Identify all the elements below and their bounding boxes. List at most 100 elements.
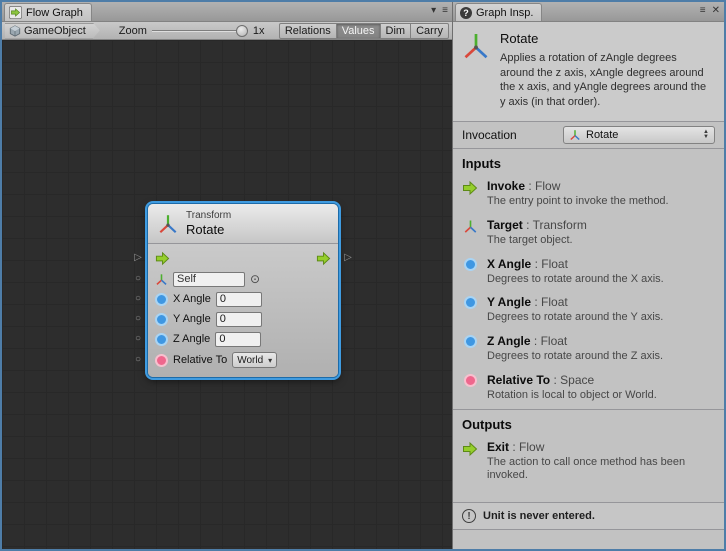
unit-title: Rotate: [500, 31, 712, 46]
zoom-slider-thumb[interactable]: [236, 25, 248, 37]
z-angle-field[interactable]: 0: [215, 332, 261, 347]
float-port-icon[interactable]: [155, 313, 168, 326]
transform-icon: [462, 219, 478, 248]
graph-inspector-panel: ? Graph Insp. ≡ ✕ Rotate Applies a rotat…: [452, 2, 724, 549]
zoom-label: Zoom: [119, 25, 147, 37]
relations-button[interactable]: Relations: [279, 23, 337, 39]
float-port-icon: [462, 296, 478, 325]
outputs-section-header: Outputs: [453, 409, 724, 437]
transform-icon: [461, 31, 491, 109]
y-angle-label: Y Angle: [173, 313, 211, 325]
flow-input-port[interactable]: ▷: [131, 252, 145, 264]
y-angle-field[interactable]: 0: [216, 312, 262, 327]
relative-to-dropdown[interactable]: World ▾: [232, 352, 277, 368]
x-angle-label: X Angle: [173, 293, 211, 305]
port-type: Flow: [509, 440, 544, 454]
tab-graph-inspector-label: Graph Insp.: [476, 7, 533, 19]
port-description: Degrees to rotate around the Y axis.: [487, 311, 663, 325]
invocation-value: Rotate: [586, 129, 618, 141]
port-name: Relative To: [487, 373, 550, 387]
dim-button[interactable]: Dim: [381, 23, 412, 39]
flow-graph-icon: [9, 6, 22, 19]
invocation-row: Invocation Rotate ▲▼: [453, 122, 724, 149]
port-description: The entry point to invoke the method.: [487, 195, 669, 209]
port-type: Transform: [523, 218, 587, 232]
warning-text: Unit is never entered.: [483, 510, 595, 522]
object-picker-icon[interactable]: ⊙: [250, 273, 260, 285]
port-name: X Angle: [487, 257, 531, 271]
graph-canvas[interactable]: ▷ ○ ○ ○ ○ ○ ▷ Transform Rotate: [2, 40, 452, 549]
float-port-icon[interactable]: [155, 293, 168, 306]
node-type-label: Transform: [186, 210, 231, 222]
input-doc-z-angle: Z AngleFloat Degrees to rotate around th…: [453, 331, 724, 370]
rotate-node[interactable]: ▷ ○ ○ ○ ○ ○ ▷ Transform Rotate: [147, 203, 339, 378]
transform-icon: [157, 213, 179, 235]
panel-menu-icon[interactable]: ≡: [700, 5, 706, 17]
toolbar-toggle-group: Relations Values Dim Carry: [279, 23, 449, 39]
port-type: Float: [531, 257, 568, 271]
values-button[interactable]: Values: [337, 23, 381, 39]
target-input-port[interactable]: ○: [131, 273, 145, 285]
input-doc-relative-to: Relative ToSpace Rotation is local to ob…: [453, 370, 724, 409]
x-angle-field[interactable]: 0: [216, 292, 262, 307]
node-x-angle-row: X Angle 0: [155, 289, 331, 309]
tab-flow-graph[interactable]: Flow Graph: [4, 3, 92, 21]
x-angle-input-port[interactable]: ○: [131, 293, 145, 305]
close-icon[interactable]: ✕: [712, 5, 720, 17]
relative-to-label: Relative To: [173, 354, 227, 366]
zoom-value: 1x: [253, 25, 265, 37]
panel-caret-icon[interactable]: ▾: [431, 5, 436, 17]
port-name: Target: [487, 218, 523, 232]
space-port-icon: [462, 374, 478, 403]
flow-arrow-icon: [462, 180, 478, 209]
invoke-flow-arrow-icon[interactable]: [155, 251, 170, 266]
transform-mini-icon: [155, 273, 168, 286]
node-relative-to-row: Relative To World ▾: [155, 349, 331, 371]
float-port-icon: [462, 258, 478, 287]
z-angle-input-port[interactable]: ○: [131, 333, 145, 345]
self-field[interactable]: Self: [173, 272, 245, 287]
panel-menu-icon[interactable]: ≡: [442, 5, 448, 17]
port-type: Space: [550, 373, 594, 387]
input-doc-target: TargetTransform The target object.: [453, 215, 724, 254]
tab-flow-graph-label: Flow Graph: [26, 7, 83, 19]
unit-description: Applies a rotation of zAngle degrees aro…: [500, 51, 712, 109]
invocation-label: Invocation: [462, 128, 517, 142]
z-angle-label: Z Angle: [173, 333, 210, 345]
port-type: Float: [531, 295, 568, 309]
port-description: Degrees to rotate around the X axis.: [487, 273, 664, 287]
port-name: Invoke: [487, 179, 525, 193]
flow-output-port[interactable]: ▷: [341, 252, 355, 264]
input-doc-x-angle: X AngleFloat Degrees to rotate around th…: [453, 254, 724, 293]
node-body: Self ⊙ X Angle 0 Y Angle 0: [148, 244, 338, 377]
dropdown-caret-icon: ▾: [268, 356, 272, 365]
node-header[interactable]: Transform Rotate: [148, 204, 338, 244]
relative-to-input-port[interactable]: ○: [131, 354, 145, 366]
port-description: Rotation is local to object or World.: [487, 389, 657, 403]
invocation-dropdown[interactable]: Rotate ▲▼: [563, 126, 715, 144]
float-port-icon[interactable]: [155, 333, 168, 346]
graph-inspector-icon: ?: [460, 7, 472, 19]
input-doc-invoke: InvokeFlow The entry point to invoke the…: [453, 176, 724, 215]
node-flow-row: [155, 247, 331, 269]
zoom-slider-track: [152, 30, 248, 32]
float-port-icon: [462, 335, 478, 364]
port-type: Flow: [525, 179, 560, 193]
warning-bar: ! Unit is never entered.: [453, 502, 724, 530]
flow-arrow-icon: [462, 441, 478, 484]
exit-flow-arrow-icon[interactable]: [316, 251, 331, 266]
y-angle-input-port[interactable]: ○: [131, 313, 145, 325]
breadcrumb-label: GameObject: [24, 25, 86, 37]
node-z-angle-row: Z Angle 0: [155, 329, 331, 349]
zoom-slider[interactable]: [152, 23, 248, 39]
space-port-icon[interactable]: [155, 354, 168, 367]
flow-graph-toolbar: GameObject Zoom 1x Relations Values Dim …: [2, 22, 452, 40]
editor-window: Flow Graph ▾ ≡ GameObject Zoom 1x Relati…: [0, 0, 726, 551]
node-self-row: Self ⊙: [155, 269, 331, 289]
carry-button[interactable]: Carry: [411, 23, 449, 39]
inspector-tabbar: ? Graph Insp. ≡ ✕: [453, 2, 724, 22]
tab-graph-inspector[interactable]: ? Graph Insp.: [455, 3, 542, 21]
flow-graph-panel: Flow Graph ▾ ≡ GameObject Zoom 1x Relati…: [2, 2, 452, 549]
breadcrumb-gameobject[interactable]: GameObject: [5, 23, 100, 39]
input-doc-y-angle: Y AngleFloat Degrees to rotate around th…: [453, 292, 724, 331]
